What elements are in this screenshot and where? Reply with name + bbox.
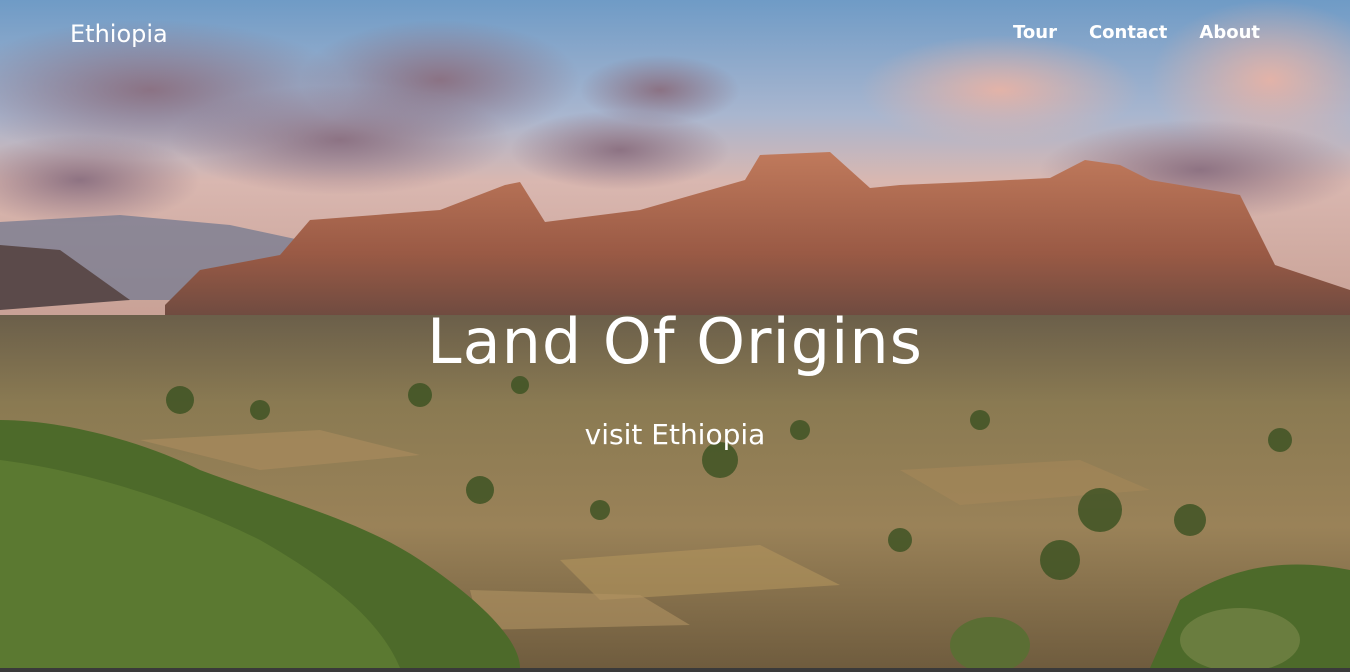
brand-logo-link[interactable]: Ethiopia bbox=[70, 20, 168, 48]
nav-link-contact[interactable]: Contact bbox=[1089, 22, 1167, 43]
bottom-edge bbox=[0, 668, 1350, 672]
top-navbar: Ethiopia Tour Contact About bbox=[0, 0, 1350, 70]
hero-section: Ethiopia Tour Contact About Land Of Orig… bbox=[0, 0, 1350, 668]
hero-subtitle: visit Ethiopia bbox=[584, 418, 766, 451]
hero-title: Land Of Origins bbox=[427, 305, 923, 378]
nav-link-tour[interactable]: Tour bbox=[1013, 22, 1057, 43]
nav-link-about[interactable]: About bbox=[1199, 22, 1260, 43]
nav-links: Tour Contact About bbox=[981, 22, 1260, 43]
